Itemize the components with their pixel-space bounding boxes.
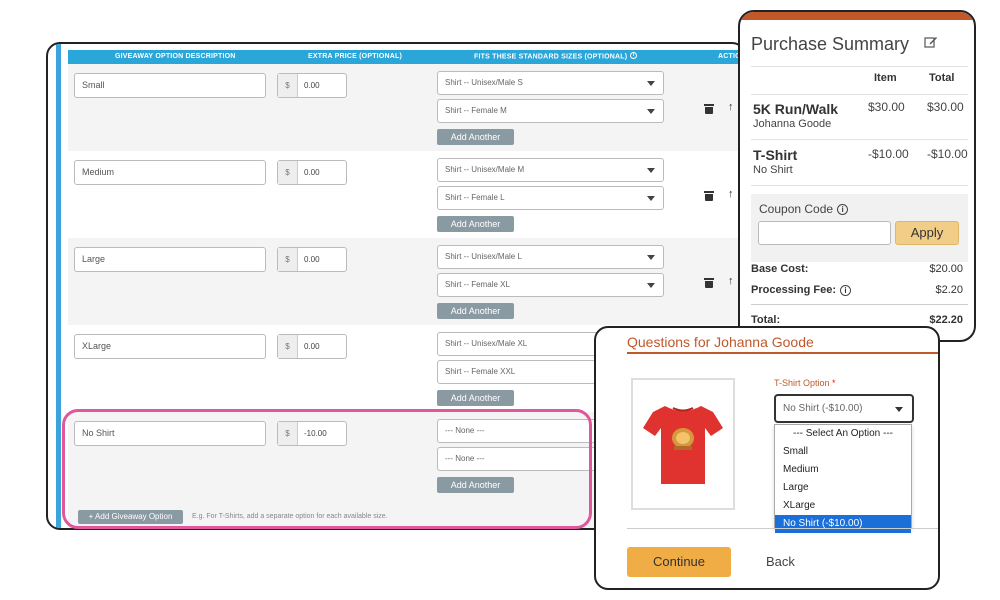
back-button[interactable]: Back bbox=[766, 554, 795, 569]
option-description-input[interactable]: XLarge bbox=[74, 334, 266, 359]
arrow-up-icon[interactable]: ↑ bbox=[728, 275, 734, 287]
info-icon[interactable]: i bbox=[837, 204, 849, 216]
extra-price-input[interactable]: $0.00 bbox=[277, 334, 347, 359]
divider bbox=[751, 66, 968, 67]
add-another-size-button[interactable]: Add Another bbox=[437, 477, 514, 493]
column-header-sizes: FITS THESE STANDARD SIZES (OPTIONAL) i bbox=[474, 52, 638, 60]
add-another-size-button[interactable]: Add Another bbox=[437, 216, 514, 232]
trash-icon[interactable] bbox=[704, 191, 714, 201]
chevron-down-icon bbox=[647, 196, 655, 201]
column-header-total: Total bbox=[929, 72, 955, 84]
divider bbox=[751, 139, 968, 140]
dropdown-option[interactable]: Medium bbox=[775, 461, 911, 479]
chevron-down-icon bbox=[647, 81, 655, 86]
footer-hint: E.g. For T-Shirts, add a separate option… bbox=[192, 513, 388, 520]
option-description-input[interactable]: Medium bbox=[74, 160, 266, 185]
t-shirt-image bbox=[631, 378, 735, 510]
chevron-down-icon bbox=[647, 255, 655, 260]
column-header-description: GIVEAWAY OPTION DESCRIPTION bbox=[115, 53, 236, 60]
summary-item-name: T-Shirt bbox=[753, 147, 798, 163]
column-header-item: Item bbox=[874, 72, 897, 84]
dropdown-option[interactable]: Small bbox=[775, 443, 911, 461]
divider bbox=[751, 304, 968, 305]
editor-accent-bar bbox=[56, 44, 61, 528]
trash-icon[interactable] bbox=[704, 104, 714, 114]
size-select[interactable]: Shirt -- Unisex/Male L bbox=[437, 245, 664, 269]
dropdown-option[interactable]: Large bbox=[775, 479, 911, 497]
size-select[interactable]: Shirt -- Female XL bbox=[437, 273, 664, 297]
edit-icon[interactable] bbox=[924, 35, 938, 49]
arrow-up-icon[interactable]: ↑ bbox=[728, 188, 734, 200]
summary-item-total: -$10.00 bbox=[927, 147, 968, 161]
processing-fee-value: $2.20 bbox=[935, 284, 963, 296]
summary-item-sub: No Shirt bbox=[753, 164, 793, 176]
base-cost-label: Base Cost: bbox=[751, 263, 809, 275]
chevron-down-icon bbox=[647, 283, 655, 288]
continue-button[interactable]: Continue bbox=[627, 547, 731, 577]
size-select[interactable]: Shirt -- Unisex/Male M bbox=[437, 158, 664, 182]
title-underline bbox=[627, 352, 938, 354]
summary-top-bar bbox=[740, 12, 974, 20]
total-label: Total: bbox=[751, 314, 781, 326]
trash-icon[interactable] bbox=[704, 278, 714, 288]
extra-price-input[interactable]: $0.00 bbox=[277, 160, 347, 185]
coupon-code-input[interactable] bbox=[758, 221, 891, 245]
summary-item-total: $30.00 bbox=[927, 100, 964, 114]
dropdown-option-selected[interactable]: No Shirt (-$10.00) bbox=[775, 515, 911, 533]
info-icon[interactable]: i bbox=[839, 284, 851, 296]
add-another-size-button[interactable]: Add Another bbox=[437, 303, 514, 319]
t-shirt-option-label: T-Shirt Option * bbox=[774, 378, 836, 388]
size-select[interactable]: Shirt -- Female M bbox=[437, 99, 664, 123]
size-select[interactable]: Shirt -- Unisex/Male S bbox=[437, 71, 664, 95]
table-row: Large $0.00 Shirt -- Unisex/Male L Shirt… bbox=[68, 238, 744, 325]
option-description-input[interactable]: No Shirt bbox=[74, 421, 266, 446]
info-icon[interactable]: i bbox=[630, 52, 638, 59]
currency-label: $ bbox=[278, 335, 298, 358]
processing-fee-label: Processing Fee: i bbox=[751, 284, 851, 296]
purchase-summary-card: Purchase Summary Item Total 5K Run/Walk … bbox=[738, 10, 976, 342]
coupon-label: Coupon Code i bbox=[759, 202, 849, 216]
questions-title: Questions for Johanna Goode bbox=[627, 334, 814, 350]
option-description-input[interactable]: Small bbox=[74, 73, 266, 98]
t-shirt-option-select[interactable]: No Shirt (-$10.00) bbox=[774, 394, 914, 423]
currency-label: $ bbox=[278, 248, 298, 271]
add-another-size-button[interactable]: Add Another bbox=[437, 129, 514, 145]
total-value: $22.20 bbox=[929, 314, 963, 326]
extra-price-input[interactable]: $0.00 bbox=[277, 247, 347, 272]
summary-title: Purchase Summary bbox=[751, 34, 910, 54]
currency-label: $ bbox=[278, 74, 298, 97]
size-select[interactable]: Shirt -- Female L bbox=[437, 186, 664, 210]
summary-item-price: -$10.00 bbox=[868, 147, 909, 161]
divider bbox=[751, 185, 968, 186]
table-row: Small $0.00 Shirt -- Unisex/Male S Shirt… bbox=[68, 64, 744, 151]
add-giveaway-option-button[interactable]: + Add Giveaway Option bbox=[78, 510, 183, 524]
dropdown-options-list: --- Select An Option --- Small Medium La… bbox=[774, 424, 912, 533]
arrow-up-icon[interactable]: ↑ bbox=[728, 101, 734, 113]
chevron-down-icon bbox=[647, 109, 655, 114]
chevron-down-icon bbox=[647, 168, 655, 173]
apply-coupon-button[interactable]: Apply bbox=[895, 221, 959, 245]
extra-price-input[interactable]: $ -10.00 bbox=[277, 421, 347, 446]
add-another-size-button[interactable]: Add Another bbox=[437, 390, 514, 406]
dropdown-option[interactable]: XLarge bbox=[775, 497, 911, 515]
currency-label: $ bbox=[278, 422, 298, 445]
chevron-down-icon bbox=[895, 407, 903, 412]
base-cost-value: $20.00 bbox=[929, 263, 963, 275]
table-header: GIVEAWAY OPTION DESCRIPTION EXTRA PRICE … bbox=[68, 50, 744, 64]
divider bbox=[627, 528, 938, 529]
dropdown-option[interactable]: --- Select An Option --- bbox=[775, 425, 911, 443]
summary-item-name: 5K Run/Walk bbox=[753, 101, 839, 117]
summary-item-sub: Johanna Goode bbox=[753, 118, 832, 130]
column-header-price: EXTRA PRICE (OPTIONAL) bbox=[308, 53, 402, 60]
divider bbox=[751, 94, 968, 95]
summary-item-price: $30.00 bbox=[868, 100, 905, 114]
option-description-input[interactable]: Large bbox=[74, 247, 266, 272]
extra-price-input[interactable]: $0.00 bbox=[277, 73, 347, 98]
currency-label: $ bbox=[278, 161, 298, 184]
questions-card: Questions for Johanna Goode T-Shirt Opti… bbox=[594, 326, 940, 590]
table-row: Medium $0.00 Shirt -- Unisex/Male M Shir… bbox=[68, 151, 744, 238]
coupon-section: Coupon Code i Apply bbox=[751, 194, 968, 262]
